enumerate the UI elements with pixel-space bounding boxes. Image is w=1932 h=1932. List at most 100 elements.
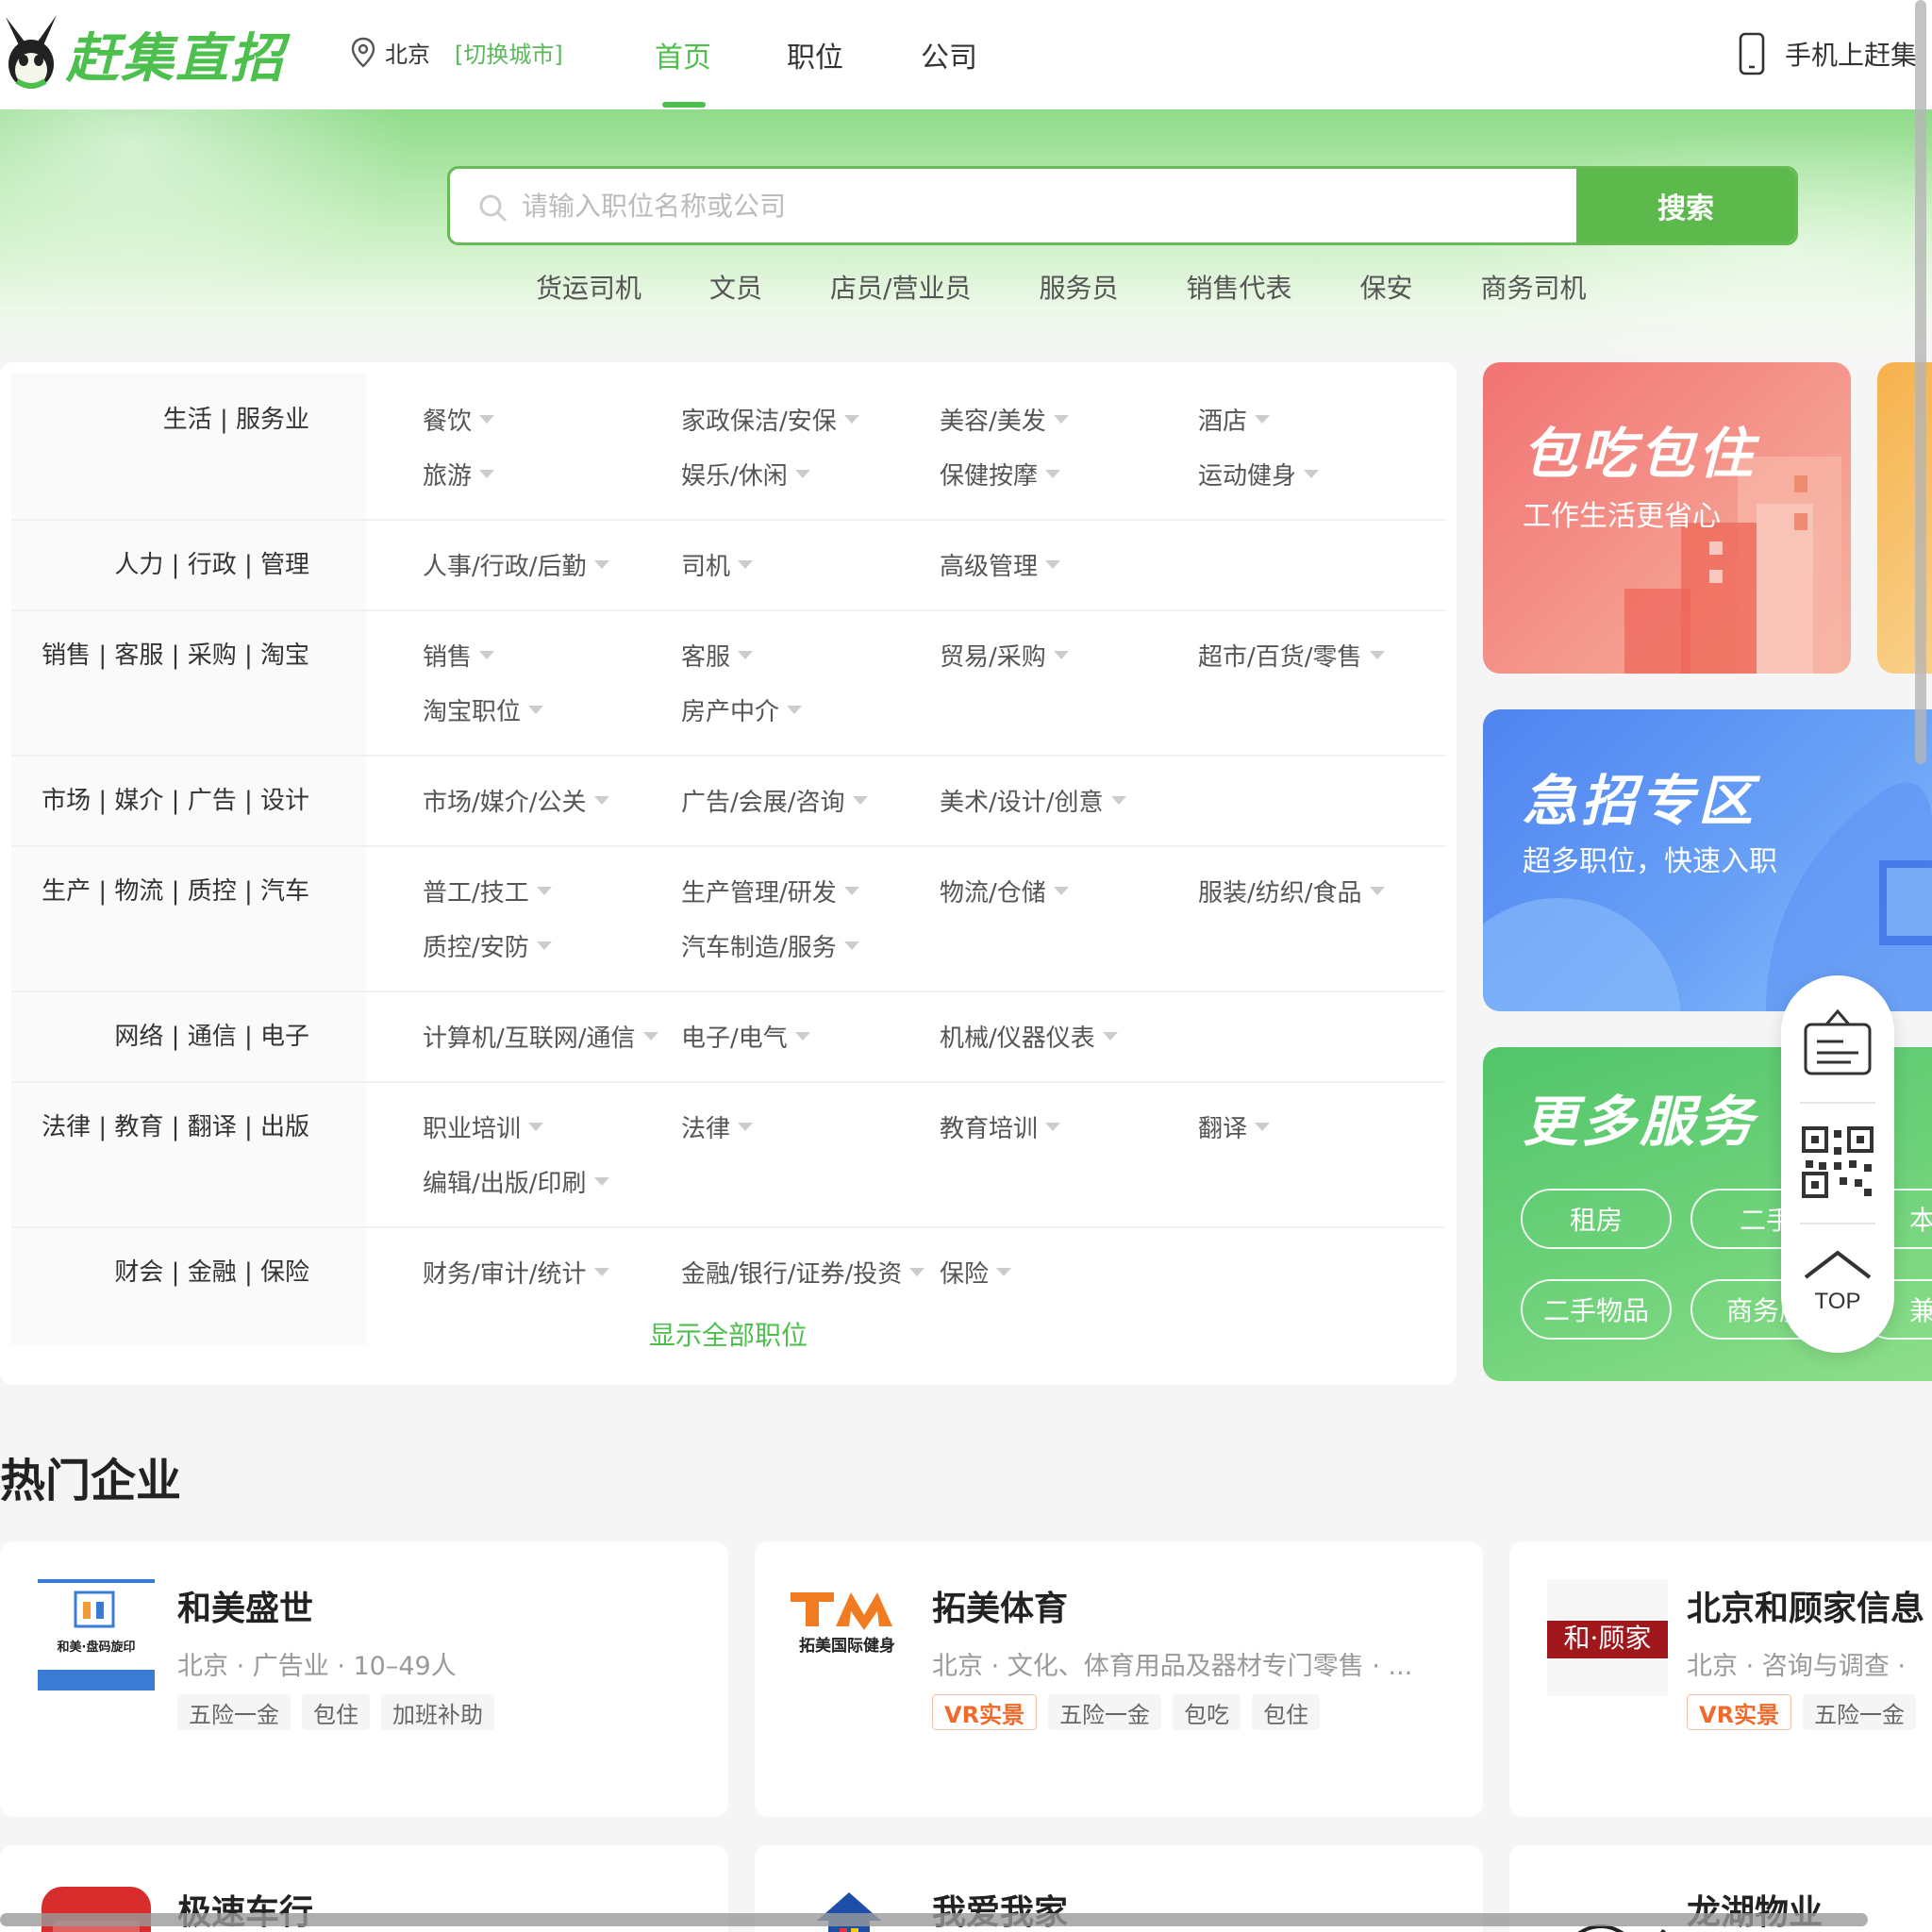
sub-category[interactable]: 美术/设计/创意 <box>940 783 1126 818</box>
category-row: 销售 | 客服 | 采购 | 淘宝 销售 客服 贸易/采购 超市/百货/零售 淘… <box>11 611 1445 757</box>
sub-category[interactable]: 职业培训 <box>423 1109 544 1144</box>
vr-badge[interactable]: VR实景 <box>1687 1694 1792 1730</box>
sub-category[interactable]: 编辑/出版/印刷 <box>423 1164 609 1199</box>
sub-category[interactable]: 家政保洁/安保 <box>681 402 859 437</box>
mobile-label: 手机上赶集 <box>1785 40 1918 71</box>
hot-tag[interactable]: 商务司机 <box>1481 268 1587 306</box>
sub-category[interactable]: 市场/媒介/公关 <box>423 783 609 818</box>
benefit-tag: 五险一金 <box>1803 1694 1917 1730</box>
service-button[interactable]: 租房 <box>1521 1189 1672 1249</box>
show-all-jobs-link[interactable]: 显示全部职位 <box>0 1315 1457 1353</box>
caret-down-icon <box>479 651 495 659</box>
sub-category[interactable]: 质控/安防 <box>423 928 552 963</box>
sub-category[interactable]: 高级管理 <box>940 547 1061 582</box>
sub-category[interactable]: 餐饮 <box>423 402 495 437</box>
company-name[interactable]: 北京和顾家信息 <box>1687 1581 1924 1630</box>
nav-companies[interactable]: 公司 <box>921 34 977 75</box>
category-name[interactable]: 销售 | 客服 | 采购 | 淘宝 <box>42 636 309 671</box>
category-name[interactable]: 法律 | 教育 | 翻译 | 出版 <box>42 1108 309 1142</box>
category-name[interactable]: 网络 | 通信 | 电子 <box>114 1017 309 1052</box>
sub-category[interactable]: 客服 <box>681 638 754 673</box>
company-card[interactable]: 和美·盘码旋印 和美盛世 北京 · 广告业 · 10–49人 五险一金 包住 加… <box>0 1541 728 1817</box>
sub-category[interactable]: 广告/会展/咨询 <box>681 783 868 818</box>
sub-category[interactable]: 娱乐/休闲 <box>681 457 810 491</box>
hot-tag[interactable]: 文员 <box>709 268 762 306</box>
sub-category[interactable]: 教育培训 <box>940 1109 1061 1144</box>
caret-down-icon <box>794 470 810 478</box>
hot-tag[interactable]: 店员/营业员 <box>830 268 971 306</box>
sub-category[interactable]: 人事/行政/后勤 <box>423 547 609 582</box>
company-card[interactable]: 和·顾家 北京和顾家信息 北京 · 咨询与调查 · VR实景 五险一金 <box>1509 1541 1932 1817</box>
sub-category[interactable]: 贸易/采购 <box>940 638 1069 673</box>
feedback-board-icon[interactable] <box>1800 1008 1875 1079</box>
category-name[interactable]: 人力 | 行政 | 管理 <box>114 545 309 580</box>
company-card[interactable]: 拓美国际健身 拓美体育 北京 · 文化、体育用品及器材专门零售 · ... VR… <box>755 1541 1483 1817</box>
category-row: 生活 | 服务业 餐饮 家政保洁/安保 美容/美发 酒店 旅游 娱乐/休闲 保健… <box>11 374 1445 521</box>
sub-category[interactable]: 法律 <box>681 1109 754 1144</box>
nav-home[interactable]: 首页 <box>655 34 711 75</box>
horizontal-scrollbar[interactable] <box>0 1913 1868 1926</box>
board-lodging-banner[interactable]: 包吃包住 工作生活更省心 <box>1483 362 1851 674</box>
mobile-app-link[interactable]: 手机上赶集 <box>1738 32 1917 75</box>
hot-tag[interactable]: 保安 <box>1360 268 1413 306</box>
location-pin-icon <box>351 37 375 68</box>
sub-category[interactable]: 电子/电气 <box>681 1019 810 1054</box>
service-button[interactable]: 二手物品 <box>1521 1279 1672 1340</box>
category-name[interactable]: 财会 | 金融 | 保险 <box>114 1253 309 1288</box>
sub-category[interactable]: 房产中介 <box>681 692 803 727</box>
sub-category[interactable]: 旅游 <box>423 457 495 491</box>
back-to-top-arrow-icon[interactable] <box>1802 1245 1874 1283</box>
sub-category[interactable]: 物流/仓储 <box>940 874 1069 908</box>
company-tags: 五险一金 包住 加班补助 <box>177 1694 506 1730</box>
sub-category[interactable]: 计算机/互联网/通信 <box>423 1019 658 1054</box>
caret-down-icon <box>843 887 859 895</box>
category-name[interactable]: 生产 | 物流 | 质控 | 汽车 <box>42 872 309 907</box>
sub-category[interactable]: 生产管理/研发 <box>681 874 859 908</box>
sub-category[interactable]: 司机 <box>681 547 754 582</box>
search-bar: 搜索 <box>447 166 1798 245</box>
category-name[interactable]: 市场 | 媒介 | 广告 | 设计 <box>42 781 309 816</box>
sub-category[interactable]: 金融/银行/证券/投资 <box>681 1255 925 1290</box>
nav-active-indicator <box>662 102 706 108</box>
nav-jobs[interactable]: 职位 <box>787 34 843 75</box>
qr-code-icon[interactable] <box>1802 1126 1874 1198</box>
vr-badge[interactable]: VR实景 <box>932 1694 1038 1730</box>
company-logo-text: 和·顾家 <box>1564 1623 1652 1654</box>
mobile-phone-icon <box>1739 32 1765 75</box>
company-tags: VR实景 五险一金 包吃 包住 <box>932 1694 1331 1730</box>
company-name[interactable]: 和美盛世 <box>177 1581 313 1630</box>
sub-category[interactable]: 保险 <box>940 1255 1012 1290</box>
company-name[interactable]: 拓美体育 <box>932 1581 1068 1630</box>
benefit-tag: 包吃 <box>1173 1694 1241 1730</box>
search-input[interactable] <box>522 169 1635 242</box>
sub-category[interactable]: 淘宝职位 <box>423 692 544 727</box>
sub-category[interactable]: 服装/纺织/食品 <box>1198 874 1385 908</box>
switch-city-link[interactable]: [切换城市] <box>455 36 563 69</box>
sub-category[interactable]: 美容/美发 <box>940 402 1069 437</box>
urgent-hiring-banner[interactable]: 急招专区 超多职位，快速入职 <box>1483 709 1932 1011</box>
search-button[interactable]: 搜索 <box>1576 169 1795 242</box>
sub-category[interactable]: 普工/技工 <box>423 874 552 908</box>
caret-down-icon <box>738 651 754 659</box>
benefit-tag: 五险一金 <box>1048 1694 1162 1730</box>
hot-tag[interactable]: 服务员 <box>1039 268 1118 306</box>
caret-down-icon <box>528 706 544 714</box>
sub-category[interactable]: 财务/审计/统计 <box>423 1255 609 1290</box>
back-to-top-label[interactable]: TOP <box>1781 1289 1894 1315</box>
site-logo[interactable]: 赶集直招 <box>0 11 285 96</box>
sub-category[interactable]: 机械/仪器仪表 <box>940 1019 1118 1054</box>
sub-category[interactable]: 翻译 <box>1198 1109 1271 1144</box>
sub-category[interactable]: 超市/百货/零售 <box>1198 638 1385 673</box>
caret-down-icon <box>593 1268 609 1276</box>
hot-tag[interactable]: 销售代表 <box>1186 268 1291 306</box>
sub-category[interactable]: 保健按摩 <box>940 457 1061 491</box>
sub-category[interactable]: 销售 <box>423 638 495 673</box>
vertical-scrollbar[interactable] <box>1915 0 1926 764</box>
sub-category[interactable]: 酒店 <box>1198 402 1271 437</box>
hot-tag[interactable]: 货运司机 <box>536 268 641 306</box>
caret-down-icon <box>738 560 754 569</box>
sub-category[interactable]: 汽车制造/服务 <box>681 928 859 963</box>
category-name[interactable]: 生活 | 服务业 <box>163 400 309 435</box>
sub-category[interactable]: 运动健身 <box>1198 457 1320 491</box>
caret-down-icon <box>479 415 495 424</box>
